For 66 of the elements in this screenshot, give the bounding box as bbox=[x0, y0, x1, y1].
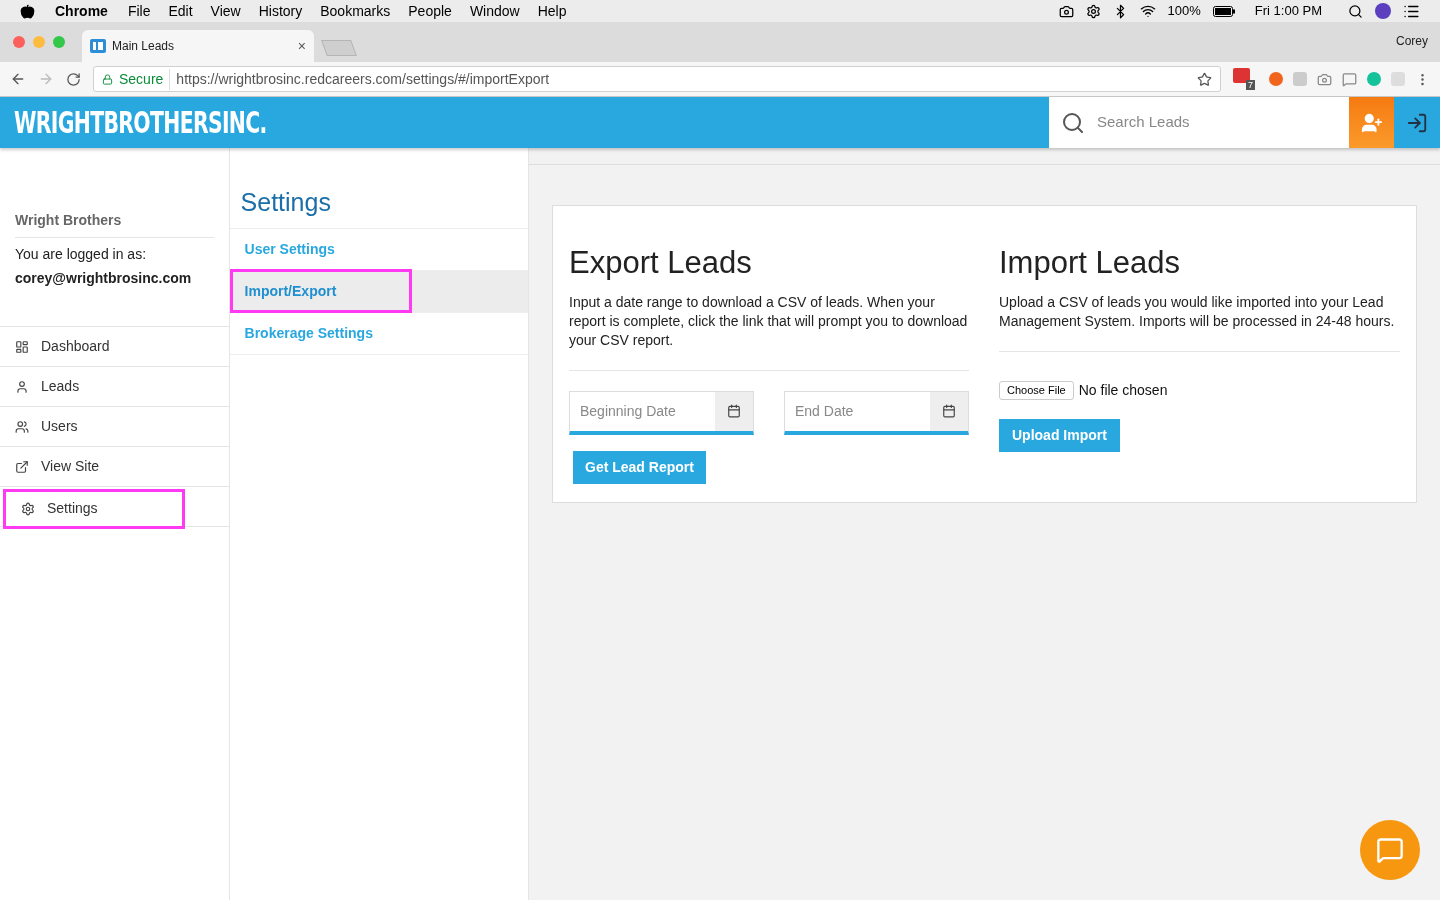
profile-name[interactable]: Corey bbox=[1396, 32, 1428, 50]
tab-title: Main Leads bbox=[112, 38, 175, 55]
settings-icon bbox=[21, 501, 35, 516]
wifi-icon[interactable] bbox=[1139, 3, 1156, 19]
people-icon bbox=[15, 419, 29, 434]
siri-icon[interactable] bbox=[1375, 3, 1391, 19]
camera-icon[interactable] bbox=[1058, 3, 1074, 19]
menu-item[interactable]: Window bbox=[469, 0, 520, 22]
reload-icon[interactable] bbox=[66, 71, 81, 87]
chat-icon bbox=[1376, 836, 1404, 864]
exit-icon bbox=[1406, 111, 1428, 134]
extension-icon[interactable] bbox=[1269, 72, 1283, 86]
lock-icon bbox=[102, 73, 113, 85]
extension-icon[interactable] bbox=[1342, 71, 1357, 87]
search-input[interactable]: Search Leads bbox=[1097, 111, 1297, 134]
menu-item[interactable]: Bookmarks bbox=[320, 0, 391, 22]
export-description: Input a date range to download a CSV of leads. When your report is complete, click the link that will prompt you to download your CSV report. bbox=[569, 292, 969, 371]
add-lead-button[interactable] bbox=[1349, 97, 1394, 148]
dashboard-icon bbox=[15, 339, 29, 354]
user-email: corey@wrightbrosinc.com bbox=[15, 269, 193, 288]
export-title: Export Leads bbox=[569, 244, 753, 282]
secure-label: Secure bbox=[119, 68, 171, 90]
external-link-icon bbox=[15, 459, 29, 474]
menu-item[interactable]: Help bbox=[537, 0, 567, 22]
sidebar-item[interactable]: Settings bbox=[3, 488, 185, 529]
battery-percent: 100% bbox=[1167, 2, 1201, 21]
choose-file-button[interactable]: Choose File bbox=[999, 380, 1074, 400]
app-menu[interactable]: Chrome bbox=[55, 0, 108, 22]
apple-icon[interactable] bbox=[20, 3, 35, 19]
battery-icon[interactable] bbox=[1212, 5, 1235, 17]
sidebar-item[interactable]: Users bbox=[0, 406, 229, 447]
menu-item[interactable]: People bbox=[408, 0, 452, 22]
date-field[interactable]: Beginning Date bbox=[569, 390, 754, 435]
address-bar[interactable]: Secure https://wrightbrosinc.redcareers.com/settings/#/importExport bbox=[93, 66, 1221, 92]
import-title: Import Leads bbox=[999, 244, 1181, 282]
menu-item[interactable]: Edit bbox=[168, 0, 193, 22]
gear-icon[interactable] bbox=[1085, 3, 1101, 19]
logged-in-label: You are logged in as: bbox=[15, 245, 148, 264]
import-description: Upload a CSV of leads you would like imported into your Lead Management System. Imports will be processed in 24-48 hours. bbox=[999, 292, 1400, 352]
url-text: https://wrightbrosinc.redcareers.com/settings/#/importExport bbox=[176, 69, 550, 89]
settings-title: Settings bbox=[229, 184, 528, 229]
calendar-icon[interactable] bbox=[727, 404, 741, 418]
search-field[interactable]: Search Leads bbox=[1049, 97, 1349, 148]
sidebar-item[interactable]: View Site bbox=[0, 446, 229, 487]
search-icon[interactable] bbox=[1348, 3, 1363, 19]
calendar-icon[interactable] bbox=[942, 404, 956, 418]
add-person-icon bbox=[1360, 111, 1383, 134]
date-input[interactable]: Beginning Date bbox=[570, 391, 715, 431]
date-field[interactable]: End Date bbox=[784, 390, 969, 435]
browser-tab[interactable]: Main Leads × bbox=[82, 30, 314, 62]
person-icon bbox=[15, 379, 29, 394]
file-status: No file chosen bbox=[1078, 380, 1168, 400]
sidebar-item[interactable]: Dashboard bbox=[0, 326, 229, 367]
tab-favicon-icon bbox=[90, 39, 106, 53]
date-input[interactable]: End Date bbox=[785, 391, 930, 431]
tab-close[interactable]: × bbox=[297, 35, 306, 57]
bookmark-star-icon[interactable] bbox=[1197, 71, 1212, 87]
menu-item[interactable]: History bbox=[258, 0, 303, 22]
search-icon bbox=[1061, 110, 1085, 135]
sidebar-item[interactable]: Leads bbox=[0, 366, 229, 407]
extension-badge: 7 bbox=[1246, 80, 1255, 90]
company-name: Wright Brothers bbox=[15, 210, 214, 238]
menu-clock[interactable]: Fri 1:00 PM bbox=[1254, 1, 1322, 21]
back-icon[interactable] bbox=[10, 71, 26, 87]
menu-item[interactable]: File bbox=[127, 0, 151, 22]
menu-item[interactable]: View bbox=[210, 0, 241, 22]
